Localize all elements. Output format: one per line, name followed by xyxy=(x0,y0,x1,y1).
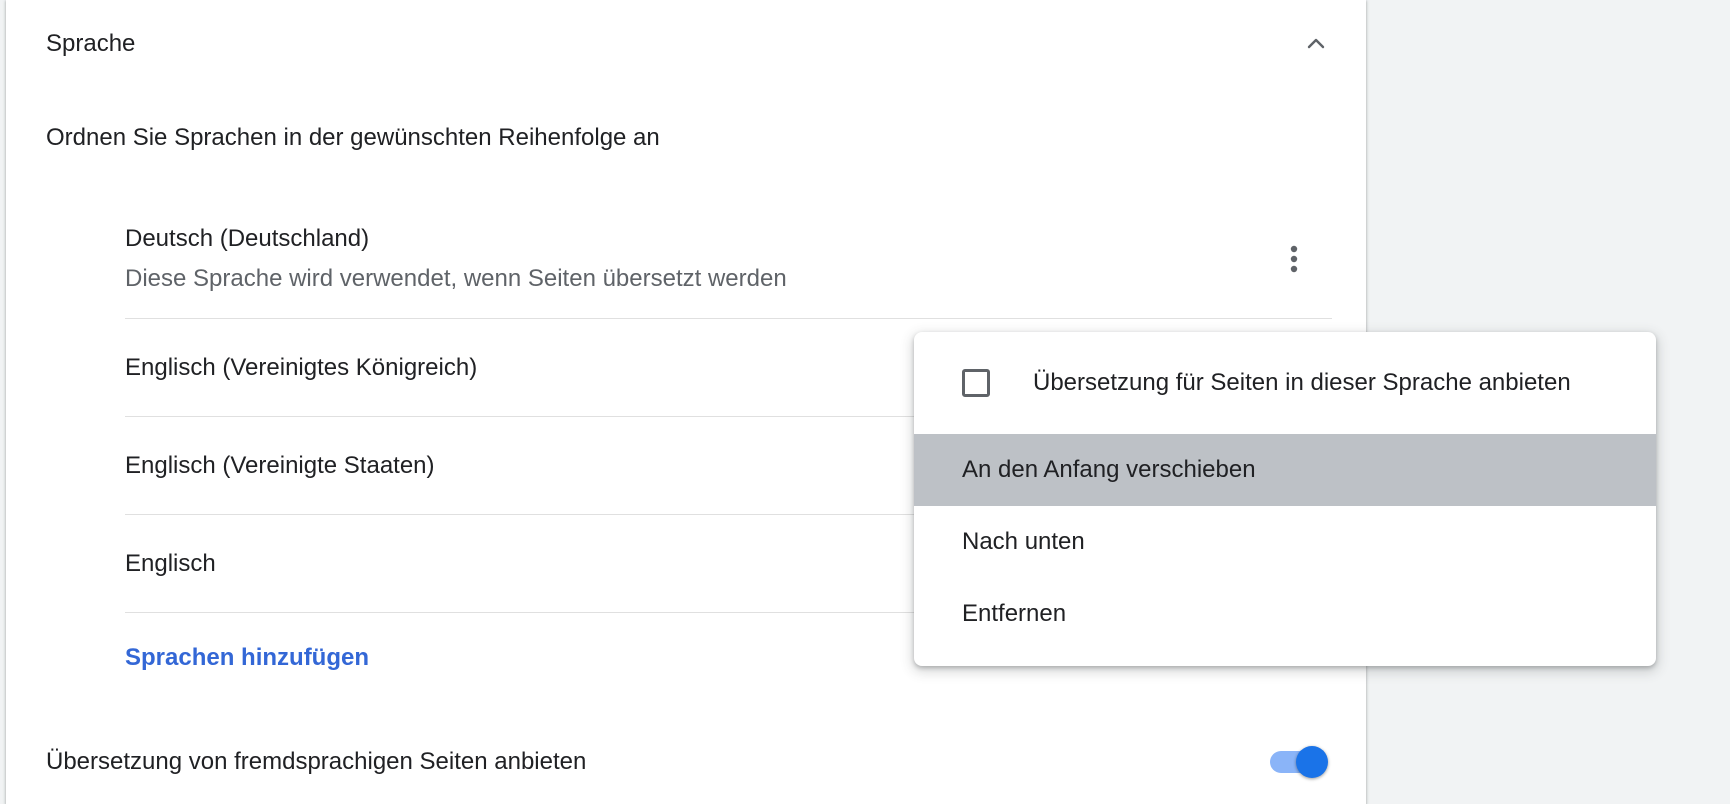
more-actions-button[interactable] xyxy=(1274,235,1314,283)
translate-offer-row: Übersetzung von fremdsprachigen Seiten a… xyxy=(46,742,1328,782)
section-title: Sprache xyxy=(46,30,136,57)
language-name: Deutsch (Deutschland) xyxy=(125,225,370,252)
translate-offer-toggle[interactable] xyxy=(1266,746,1330,778)
language-context-menu: Übersetzung für Seiten in dieser Sprache… xyxy=(914,332,1656,666)
more-vert-icon xyxy=(1290,245,1298,273)
language-note: Diese Sprache wird verwendet, wenn Seite… xyxy=(125,265,787,292)
move-down-menu-item[interactable]: Nach unten xyxy=(914,506,1656,578)
translate-offer-label: Übersetzung von fremdsprachigen Seiten a… xyxy=(46,748,587,775)
offer-translation-menu-item[interactable]: Übersetzung für Seiten in dieser Sprache… xyxy=(914,332,1656,434)
section-header[interactable]: Sprache xyxy=(46,24,1326,64)
move-to-top-menu-item[interactable]: An den Anfang verschieben xyxy=(914,434,1656,506)
remove-menu-item[interactable]: Entfernen xyxy=(914,578,1656,650)
offer-translation-checkbox[interactable] xyxy=(962,369,990,397)
collapse-button[interactable] xyxy=(1296,24,1336,64)
offer-translation-label: Übersetzung für Seiten in dieser Sprache… xyxy=(1033,369,1571,396)
language-name: Englisch xyxy=(125,549,216,577)
language-item: Deutsch (Deutschland) Diese Sprache wird… xyxy=(125,200,1332,319)
language-name: Englisch (Vereinigte Staaten) xyxy=(125,451,435,479)
chevron-up-icon xyxy=(1307,38,1325,49)
add-languages-link[interactable]: Sprachen hinzufügen xyxy=(125,644,369,672)
language-order-hint: Ordnen Sie Sprachen in der gewünschten R… xyxy=(46,124,660,151)
language-name: Englisch (Vereinigtes Königreich) xyxy=(125,353,478,381)
toggle-knob xyxy=(1296,746,1328,778)
